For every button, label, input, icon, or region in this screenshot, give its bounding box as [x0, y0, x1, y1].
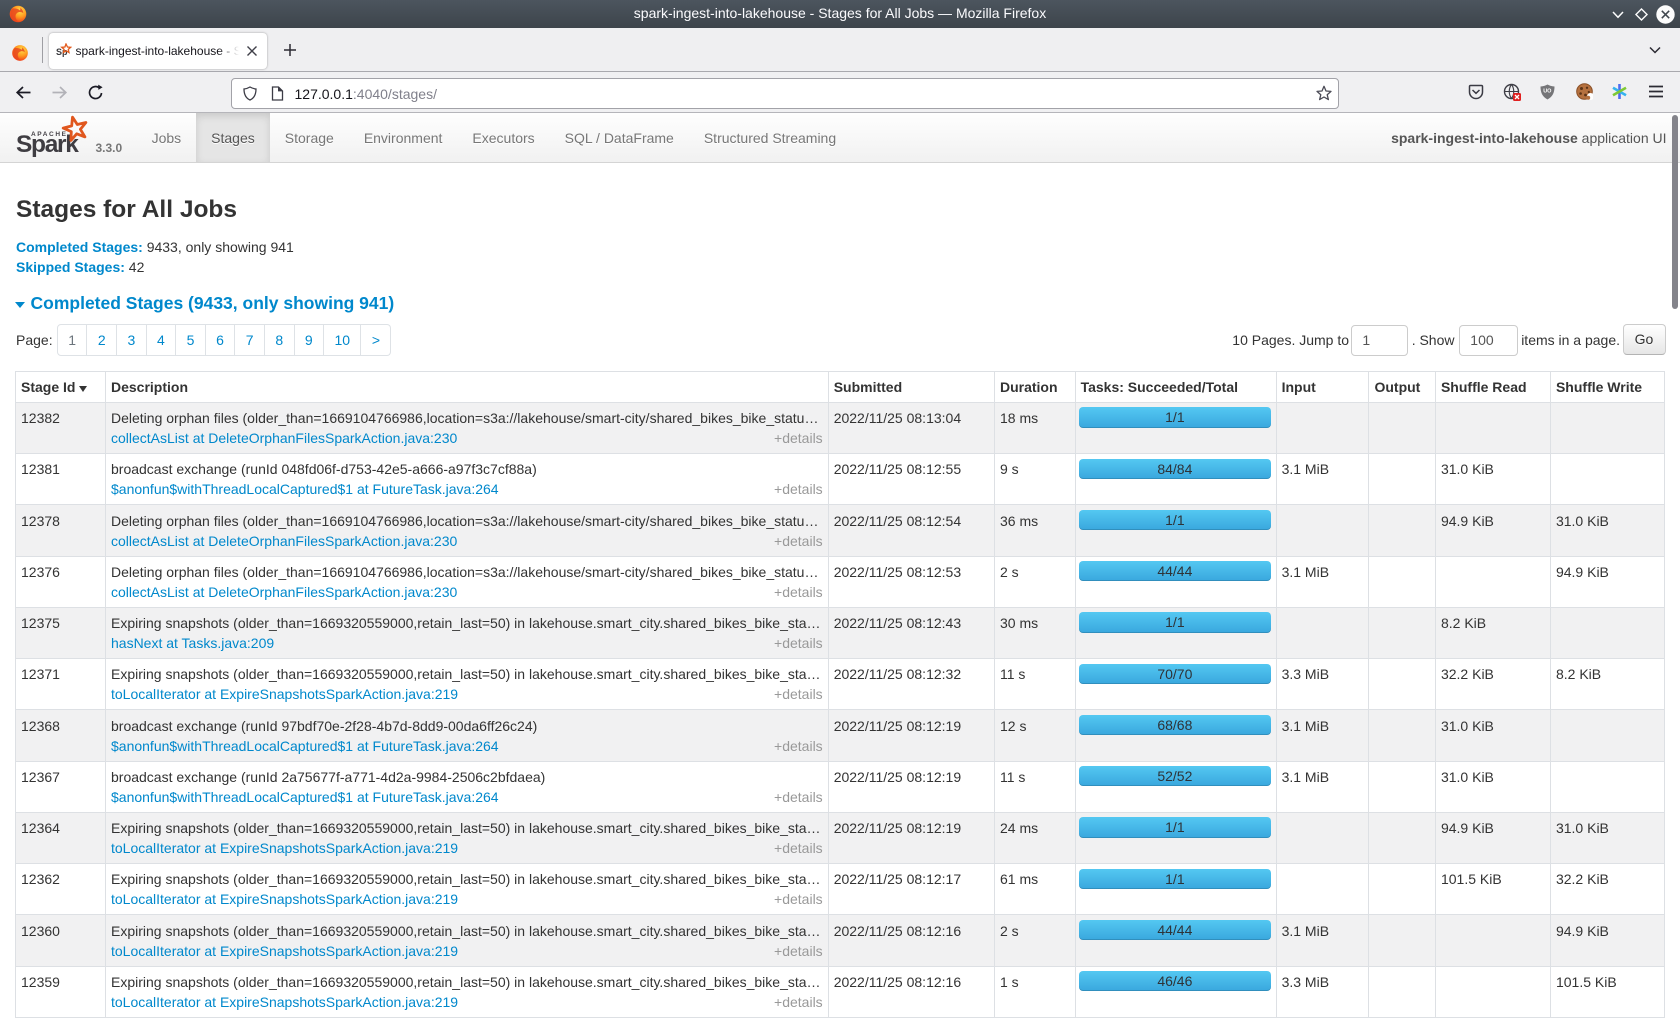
svg-text:APACHE: APACHE	[31, 131, 68, 138]
svg-text:Sp: Sp	[56, 47, 68, 57]
svg-text:UO: UO	[1543, 89, 1552, 95]
